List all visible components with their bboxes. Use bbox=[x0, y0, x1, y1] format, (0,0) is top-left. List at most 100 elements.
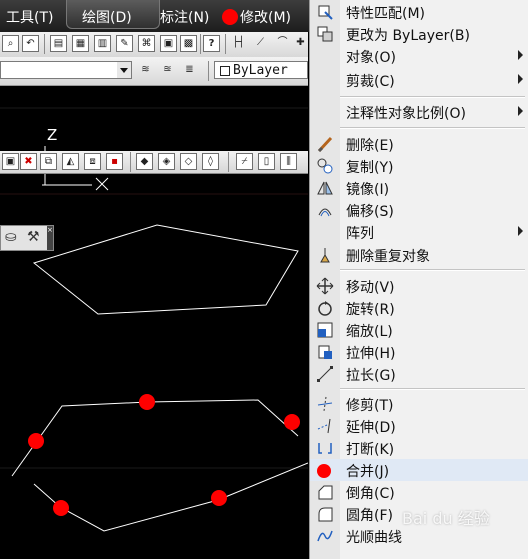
layer-previous-icon[interactable]: ≣ bbox=[181, 62, 198, 79]
submenu-arrow-icon bbox=[518, 226, 523, 236]
menu-item-mirror[interactable]: 镜像(I) bbox=[310, 177, 528, 199]
menu-separator bbox=[340, 127, 525, 129]
menu-item-extend[interactable]: 延伸(D) bbox=[310, 415, 528, 437]
match-properties-icon bbox=[316, 3, 334, 21]
arc-length-icon[interactable]: ⌒ bbox=[274, 35, 291, 52]
menu-item-match-properties[interactable]: 特性匹配(M) bbox=[310, 1, 528, 23]
layer-dropdown[interactable] bbox=[0, 61, 132, 79]
menu-item-delete-duplicates[interactable]: 删除重复对象 bbox=[310, 244, 528, 266]
tool-palette-icon[interactable]: ▥ bbox=[94, 35, 111, 52]
extend-icon[interactable]: ▯ bbox=[258, 153, 275, 170]
menu-item-join[interactable]: 合并(J) bbox=[310, 459, 528, 481]
box-icon[interactable]: ▣ bbox=[2, 153, 19, 170]
ucs-z-label: Z bbox=[47, 126, 58, 144]
extend-icon bbox=[316, 417, 334, 435]
stretch-icon bbox=[316, 343, 334, 361]
rotate-icon bbox=[316, 299, 334, 317]
ordinate-icon[interactable]: ✚ bbox=[292, 35, 309, 52]
eraser-icon bbox=[316, 135, 334, 153]
menu-item-trim[interactable]: 修剪(T) bbox=[310, 393, 528, 415]
copy-icon bbox=[316, 157, 334, 175]
layer-match-icon[interactable]: ≊ bbox=[159, 62, 176, 79]
menu-modify[interactable]: 修改(M) bbox=[240, 7, 291, 27]
menu-item-move[interactable]: 移动(V) bbox=[310, 275, 528, 297]
trim-icon[interactable]: ⌿ bbox=[236, 153, 253, 170]
toolbar-separator bbox=[228, 152, 229, 172]
zoom-window-icon[interactable]: ⌕ bbox=[2, 35, 19, 52]
watermark: Bai du 经验 bbox=[402, 509, 490, 528]
menu-item-copy[interactable]: 复制(Y) bbox=[310, 155, 528, 177]
menu-item-erase[interactable]: 删除(E) bbox=[310, 133, 528, 155]
menu-separator bbox=[340, 388, 525, 390]
color-value: ByLayer bbox=[233, 63, 288, 78]
move-icon[interactable]: ◆ bbox=[136, 153, 153, 170]
delete-icon[interactable]: ✖ bbox=[20, 153, 37, 170]
menu-item-change-to-bylayer[interactable]: 更改为 ByLayer(B) bbox=[310, 23, 528, 45]
red-dot-icon bbox=[316, 461, 334, 479]
db-connect-icon[interactable]: ▣ bbox=[160, 35, 177, 52]
design-center-icon[interactable]: ▦ bbox=[72, 35, 89, 52]
menu-item-break[interactable]: 打断(K) bbox=[310, 437, 528, 459]
array-icon[interactable]: ▪ bbox=[106, 153, 123, 170]
offset-icon bbox=[316, 201, 334, 219]
menu-dimension[interactable]: 标注(N) bbox=[160, 7, 209, 27]
scale-icon[interactable]: ◇ bbox=[180, 153, 197, 170]
color-dropdown[interactable]: ByLayer bbox=[214, 61, 308, 79]
layers-toolbar: ≋ ≊ ≣ ByLayer bbox=[0, 57, 308, 86]
calculator-icon[interactable]: ▩ bbox=[180, 35, 197, 52]
rotate-icon[interactable]: ◈ bbox=[158, 153, 175, 170]
marker-dot bbox=[28, 433, 44, 449]
small-floating-toolbar: ⛀ ⚒ × bbox=[0, 225, 54, 251]
blend-curve-icon bbox=[316, 527, 334, 545]
markup-icon[interactable]: ⌘ bbox=[138, 35, 155, 52]
marker-dot bbox=[211, 490, 227, 506]
menu-item-chamfer[interactable]: 倒角(C) bbox=[310, 481, 528, 503]
chevron-down-icon[interactable] bbox=[117, 62, 131, 78]
copy-icon[interactable]: ⧉ bbox=[40, 153, 57, 170]
menu-item-scale[interactable]: 缩放(L) bbox=[310, 319, 528, 341]
menu-item-clip[interactable]: 剪裁(C) bbox=[310, 69, 528, 91]
menu-tools[interactable]: 工具(T) bbox=[6, 7, 53, 27]
break-icon[interactable]: ⫼ bbox=[280, 153, 297, 170]
linear-dimension-icon[interactable]: ├┤ bbox=[230, 35, 247, 52]
toolbar-separator bbox=[44, 34, 45, 54]
menu-separator bbox=[340, 96, 525, 98]
pan-icon[interactable]: ⛀ bbox=[5, 229, 17, 245]
polyline-top[interactable] bbox=[11, 399, 299, 477]
marker-dot bbox=[139, 394, 155, 410]
properties-icon[interactable]: ▤ bbox=[50, 35, 67, 52]
mirror-icon[interactable]: ◭ bbox=[62, 153, 79, 170]
toolbar-separator bbox=[200, 34, 201, 54]
offset-icon[interactable]: ⧈ bbox=[84, 153, 101, 170]
submenu-arrow-icon bbox=[518, 50, 523, 60]
overkill-icon bbox=[316, 246, 334, 264]
color-swatch-icon bbox=[220, 66, 230, 76]
trim-icon bbox=[316, 395, 334, 413]
pentagon-shape[interactable] bbox=[32, 224, 299, 315]
menu-item-annotative-scale[interactable]: 注释性对象比例(O) bbox=[310, 101, 528, 123]
close-icon[interactable]: × bbox=[47, 226, 53, 250]
toolbar-separator bbox=[225, 34, 226, 54]
help-icon[interactable]: ? bbox=[203, 35, 220, 52]
tools-icon[interactable]: ⚒ bbox=[27, 229, 40, 245]
fillet-icon bbox=[316, 505, 334, 523]
menu-item-array[interactable]: 阵列 bbox=[310, 221, 528, 243]
polyline-bottom[interactable] bbox=[33, 462, 308, 532]
toolbar-separator bbox=[130, 152, 131, 172]
menu-item-rotate[interactable]: 旋转(R) bbox=[310, 297, 528, 319]
chamfer-icon bbox=[316, 483, 334, 501]
sheet-set-icon[interactable]: ✎ bbox=[116, 35, 133, 52]
menu-draw[interactable]: 绘图(D) bbox=[82, 7, 132, 27]
menu-item-object[interactable]: 对象(O) bbox=[310, 45, 528, 67]
stretch-icon[interactable]: ◊ bbox=[202, 153, 219, 170]
menu-separator bbox=[340, 269, 525, 271]
aligned-dimension-icon[interactable]: ⟋ bbox=[252, 35, 269, 52]
standard-toolbar: ⌕ ↶ ▤ ▦ ▥ ✎ ⌘ ▣ ▩ ? ├┤ ⟋ ⌒ ✚ bbox=[0, 32, 308, 58]
menu-item-lengthen[interactable]: 拉长(G) bbox=[310, 363, 528, 385]
toolbar-separator bbox=[208, 61, 209, 81]
menu-item-stretch[interactable]: 拉伸(H) bbox=[310, 341, 528, 363]
layer-states-icon[interactable]: ≋ bbox=[137, 62, 154, 79]
zoom-previous-icon[interactable]: ↶ bbox=[22, 35, 39, 52]
modify-menu: 特性匹配(M) 更改为 ByLayer(B) 对象(O) 剪裁(C) 注释性对象… bbox=[309, 0, 528, 559]
menu-item-offset[interactable]: 偏移(S) bbox=[310, 199, 528, 221]
